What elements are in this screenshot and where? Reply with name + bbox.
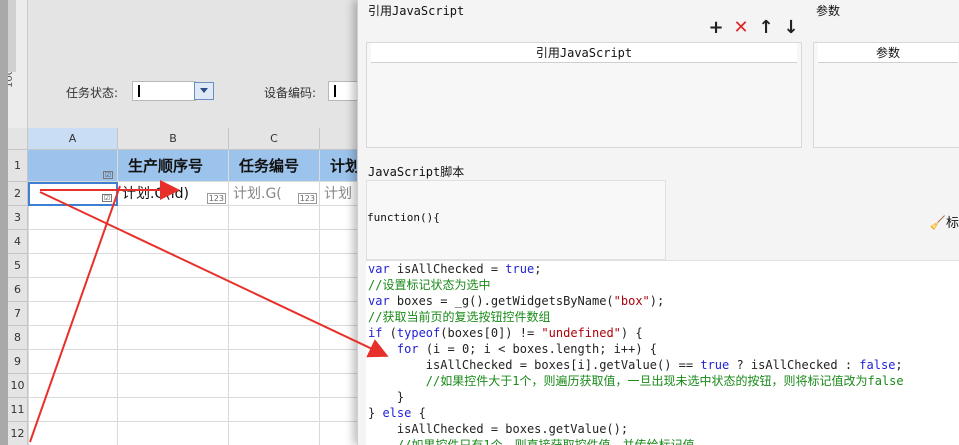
add-button[interactable]: + (706, 18, 726, 38)
move-down-button[interactable]: ↓ (781, 18, 801, 38)
cell-d1[interactable]: 计划 (320, 150, 358, 182)
params-table[interactable]: 参数 (813, 42, 959, 148)
column-header-b[interactable]: B (118, 128, 229, 150)
params-table-header: 参数 (818, 43, 958, 63)
cell-a1[interactable]: ☑ (28, 150, 118, 182)
ref-js-title: 引用JavaScript (368, 4, 465, 18)
checkbox-widget-icon: ☑ (103, 171, 113, 179)
cell-d2[interactable]: 计划 (320, 182, 358, 206)
text-caret (334, 85, 336, 97)
code-line: if (typeof(boxes[0]) != "undefined") { (368, 326, 643, 340)
row-header[interactable]: 3 (8, 206, 28, 230)
ref-js-table[interactable]: 引用JavaScript (366, 42, 802, 148)
left-ruler (0, 0, 8, 445)
column-header-d[interactable] (320, 128, 358, 150)
cell-b2[interactable]: 计划.G(id) 123 (118, 182, 229, 206)
row-header[interactable]: 1 (8, 150, 28, 182)
code-line: isAllChecked = boxes.getValue(); (368, 422, 629, 436)
code-line: isAllChecked = boxes[i].getValue() == tr… (368, 358, 903, 372)
report-canvas: 100 任务状态: 设备编码: A B C 1 2 3 4 5 6 7 8 9 … (8, 0, 358, 445)
function-signature-box: function(){ (366, 180, 666, 260)
format-button-label: 标 (945, 216, 959, 231)
row-header[interactable]: 9 (8, 350, 28, 374)
delete-button[interactable]: ✕ (731, 18, 751, 38)
code-line: //设置标记状态为选中 (368, 278, 491, 292)
row-header[interactable]: 12 (8, 422, 28, 445)
row-header[interactable]: 7 (8, 302, 28, 326)
code-line: var isAllChecked = true; (368, 262, 542, 276)
cell-c1[interactable]: 任务编号 (229, 150, 320, 182)
device-code-combo[interactable] (328, 81, 358, 101)
row-header[interactable]: 4 (8, 230, 28, 254)
grid-line (319, 206, 320, 445)
row-header[interactable]: 8 (8, 326, 28, 350)
parameter-pane: 100 任务状态: 设备编码: (8, 0, 358, 128)
params-title: 参数 (816, 4, 841, 18)
grid-corner[interactable] (8, 128, 28, 150)
ref-js-table-header: 引用JavaScript (371, 43, 797, 63)
checkbox-widget-icon: ☑ (102, 194, 112, 202)
cell-a2[interactable]: ☑ (28, 182, 118, 206)
ruler-shade (8, 0, 16, 72)
cell-b2-formula: 计划.G(id) (122, 186, 189, 202)
empty-cells[interactable] (28, 206, 358, 445)
cell-b1[interactable]: 生产顺序号 (118, 150, 229, 182)
code-line: } else { (368, 406, 426, 420)
row-header[interactable]: 10 (8, 374, 28, 398)
column-header-c[interactable]: C (229, 128, 320, 150)
grid-line (117, 206, 118, 445)
row-header[interactable]: 5 (8, 254, 28, 278)
row-header[interactable]: 11 (8, 398, 28, 422)
javascript-event-dialog: 引用JavaScript 参数 + ✕ ↑ ↓ 引用JavaScript 参数 … (357, 0, 959, 445)
task-status-label: 任务状态: (66, 86, 119, 100)
code-line: //如果控件只有1个，则直接获取控件值，并传给标记值 (368, 438, 695, 445)
task-status-dropdown-button[interactable] (194, 82, 214, 100)
grid-line (228, 206, 229, 445)
script-title: JavaScript脚本 (368, 165, 465, 179)
cell-c2-formula: 计划.G( (233, 186, 282, 202)
format-button[interactable]: 🧹标 (930, 212, 959, 231)
number-format-badge: 123 (297, 193, 317, 204)
function-signature: function(){ (367, 211, 440, 224)
broom-icon: 🧹 (929, 216, 946, 231)
code-line: //获取当前页的复选按钮控件数组 (368, 310, 551, 324)
move-up-button[interactable]: ↑ (756, 18, 776, 38)
code-line: //如果控件大于1个，则遍历获取值，一旦出现未选中状态的按钮，则将标记值改为fa… (368, 374, 904, 388)
column-header-a[interactable]: A (28, 128, 118, 150)
code-line: var boxes = _g().getWidgetsByName("box")… (368, 294, 665, 308)
code-line: for (i = 0; i < boxes.length; i++) { (396, 342, 658, 356)
text-caret (138, 85, 140, 97)
task-status-combo[interactable] (132, 81, 196, 101)
device-code-label: 设备编码: (264, 86, 317, 100)
cell-c2[interactable]: 计划.G( 123 (229, 182, 320, 206)
number-format-badge: 123 (206, 193, 226, 204)
row-header[interactable]: 6 (8, 278, 28, 302)
code-editor[interactable]: var isAllChecked = true; //设置标记状态为选中 var… (366, 260, 959, 445)
code-line: } (368, 390, 405, 404)
row-header[interactable]: 2 (8, 182, 28, 206)
